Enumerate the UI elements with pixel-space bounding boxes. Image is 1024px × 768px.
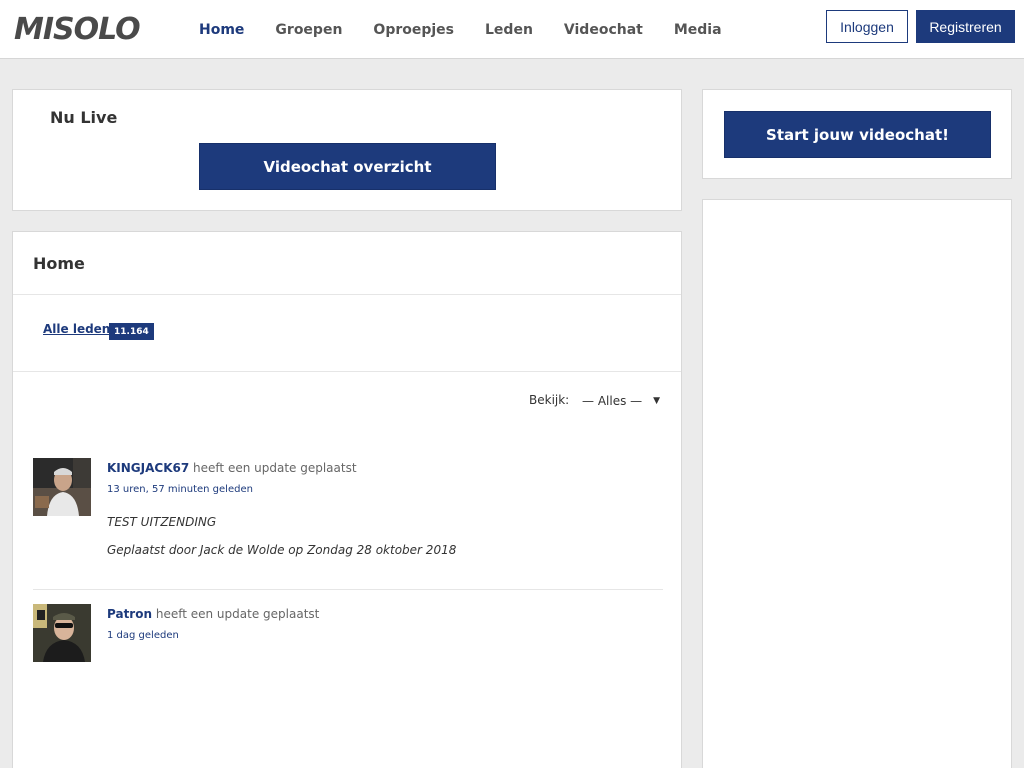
main-nav: Home Groepen Oproepjes Leden Videochat M…	[199, 0, 753, 59]
nav-oproepjes[interactable]: Oproepjes	[373, 22, 454, 38]
nav-leden[interactable]: Leden	[485, 22, 533, 38]
activity-username[interactable]: Patron	[107, 607, 152, 621]
top-bar: MISOLO Home Groepen Oproepjes Leden Vide…	[0, 0, 1024, 59]
all-members-link[interactable]: Alle leden	[43, 322, 110, 336]
misolo-logo[interactable]: MISOLO	[14, 11, 154, 45]
videochat-overview-button[interactable]: Videochat overzicht	[199, 143, 496, 190]
filter-value: — Alles —	[582, 394, 643, 408]
activity-filter-select[interactable]: — Alles — ▼	[582, 392, 660, 410]
home-title: Home	[33, 254, 85, 273]
avatar[interactable]	[33, 458, 91, 516]
activity-action: heeft een update geplaatst	[193, 461, 357, 475]
logo-text: MISOLO	[14, 12, 140, 45]
start-videochat-panel: Start jouw videochat!	[702, 89, 1012, 179]
activity-time[interactable]: 1 dag geleden	[107, 630, 179, 641]
live-panel: Nu Live Videochat overzicht	[12, 89, 682, 211]
sidebar-panel	[702, 199, 1012, 768]
nav-media[interactable]: Media	[674, 22, 722, 38]
members-count-badge: 11.164	[109, 323, 154, 340]
activity-username[interactable]: KINGJACK67	[107, 461, 189, 475]
nav-videochat[interactable]: Videochat	[564, 22, 643, 38]
nav-home[interactable]: Home	[199, 22, 244, 38]
caret-down-icon: ▼	[653, 396, 660, 406]
nav-groepen[interactable]: Groepen	[275, 22, 342, 38]
activity-action: heeft een update geplaatst	[155, 607, 320, 621]
activity-separator	[33, 589, 663, 590]
divider	[13, 371, 681, 372]
start-videochat-button[interactable]: Start jouw videochat!	[724, 111, 991, 158]
register-button[interactable]: Registreren	[916, 10, 1015, 43]
activity-header: Patron heeft een update geplaatst	[107, 607, 319, 621]
live-title: Nu Live	[50, 108, 118, 127]
avatar[interactable]	[33, 604, 91, 662]
filter-label: Bekijk:	[529, 393, 570, 407]
home-panel: Home Alle leden 11.164 Bekijk: — Alles —…	[12, 231, 682, 768]
divider	[13, 294, 681, 295]
login-button[interactable]: Inloggen	[826, 10, 908, 43]
activity-body-line: TEST UITZENDING	[107, 515, 217, 529]
activity-header: KINGJACK67 heeft een update geplaatst	[107, 461, 357, 475]
activity-body-line: Geplaatst door Jack de Wolde op Zondag 2…	[107, 543, 457, 557]
activity-time[interactable]: 13 uren, 57 minuten geleden	[107, 484, 253, 495]
